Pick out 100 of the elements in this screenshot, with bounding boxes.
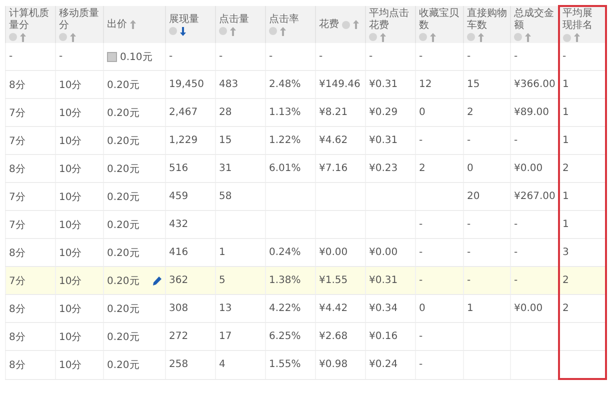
table-cell: 2 — [467, 107, 474, 118]
info-icon[interactable] — [419, 33, 427, 41]
table-cell: 13 — [219, 303, 232, 314]
table-cell-text: 0.20元 — [107, 78, 140, 92]
info-icon[interactable] — [369, 33, 377, 41]
info-icon[interactable] — [9, 33, 17, 41]
table-cell: 15 — [219, 135, 232, 146]
table-cell: - — [562, 51, 566, 62]
table-row[interactable]: 8分 10分 0.20元 258 4 1.55% ¥0.98 ¥0.24 - — [6, 350, 606, 379]
table-cell: ¥0.98 — [319, 359, 348, 370]
table-cell: ¥7.16 — [319, 163, 348, 174]
column-header[interactable]: 平均展现排名 — [558, 6, 606, 43]
table-cell: 1 — [562, 191, 569, 202]
table-row[interactable]: 7分 10分 0.20元 432 - - - 1 — [6, 210, 606, 238]
table-cell: - — [514, 219, 518, 230]
table-cell-text: 7分 — [9, 218, 26, 232]
table-cell: 6.25% — [269, 331, 301, 342]
sort-up-icon[interactable] — [478, 32, 484, 42]
table-cell: - — [467, 275, 471, 286]
column-label: 展现量 — [169, 14, 199, 26]
column-header[interactable]: 点击率 — [266, 6, 316, 43]
column-label: 花费 — [319, 18, 339, 30]
sort-up-icon[interactable] — [380, 32, 386, 42]
table-cell: ¥267.00 — [514, 191, 556, 202]
column-header[interactable]: 总成交金额 — [510, 6, 558, 43]
column-header[interactable]: 直接购物车数 — [464, 6, 510, 43]
table-cell: ¥89.00 — [514, 107, 549, 118]
table-cell: ¥149.46 — [319, 79, 360, 90]
table-row[interactable]: 7分 10分 0.20元 362 5 1.38% ¥1.55 ¥0.31 - - - 2 — [6, 266, 606, 294]
table-cell: - — [467, 219, 471, 230]
table-cell-text: 10分 — [59, 330, 82, 344]
table-cell: - — [419, 359, 423, 370]
table-row[interactable]: 8分 10分 0.20元 272 17 6.25% ¥2.68 ¥0.16 - — [6, 322, 606, 350]
table-cell: ¥0.31 — [369, 275, 398, 286]
table-row[interactable]: 8分 10分 0.20元 516 31 6.01% ¥7.16 ¥0.23 2 0 ¥0.00 2 — [6, 154, 606, 182]
sort-up-icon[interactable] — [430, 32, 436, 42]
sort-up-icon[interactable] — [280, 26, 286, 36]
table-row[interactable]: 8分 10分 0.20元 308 13 4.22% ¥4.42 ¥0.34 0 1 ¥0.00 2 — [6, 294, 606, 322]
table-row[interactable]: 7分 10分 0.20元 2,467 28 1.13% ¥8.21 ¥0.29 0 2 ¥89.00 1 — [6, 98, 606, 126]
table-cell: - — [319, 51, 323, 62]
table-cell: 362 — [169, 275, 188, 286]
table-cell-text: 0.20元 — [107, 190, 140, 204]
sort-down-icon[interactable] — [180, 26, 186, 36]
table-cell: 1 — [562, 79, 569, 90]
column-header[interactable]: 花费 — [316, 6, 366, 43]
table-row[interactable]: 7分 10分 0.20元 1,229 15 1.22% ¥4.62 ¥0.31 - - - 1 — [6, 126, 606, 154]
table-cell: 1 — [467, 303, 474, 314]
column-header[interactable]: 出价 — [104, 6, 166, 43]
sort-up-icon[interactable] — [230, 26, 236, 36]
table-cell-text: 0.20元 — [107, 218, 140, 232]
column-header[interactable]: 展现量 — [166, 6, 216, 43]
sort-up-icon[interactable] — [525, 32, 531, 42]
column-label: 计算机质量分 — [9, 8, 50, 32]
info-icon[interactable] — [342, 20, 350, 28]
pencil-icon[interactable] — [152, 276, 162, 286]
sort-up-icon[interactable] — [20, 32, 26, 42]
info-icon[interactable] — [269, 27, 277, 35]
column-header[interactable]: 点击量 — [216, 6, 266, 43]
sort-up-icon[interactable] — [574, 33, 580, 42]
table-row[interactable]: 7分 10分 0.20元 459 58 20 ¥267.00 1 — [6, 182, 606, 210]
table-cell: 1.38% — [269, 275, 301, 286]
column-header[interactable]: 移动质量分 — [56, 6, 104, 43]
column-label: 点击率 — [269, 14, 299, 26]
table-cell-text: 0.20元 — [107, 134, 140, 148]
info-icon[interactable] — [169, 27, 177, 35]
table-cell: 2.48% — [269, 79, 301, 90]
table-cell: ¥0.31 — [369, 135, 398, 146]
table-cell: - — [269, 51, 273, 62]
sort-up-icon[interactable] — [130, 20, 136, 29]
table-cell-text: 10分 — [59, 78, 82, 92]
info-icon[interactable] — [562, 34, 570, 42]
info-icon[interactable] — [59, 33, 67, 41]
column-header[interactable]: 收藏宝贝数 — [416, 6, 464, 43]
info-icon[interactable] — [514, 33, 522, 41]
table-cell: - — [419, 331, 423, 342]
table-cell-text: 7分 — [9, 134, 26, 148]
column-header[interactable]: 计算机质量分 — [6, 6, 56, 43]
sort-up-icon[interactable] — [70, 32, 76, 42]
table-row[interactable]: - - 0.10元 - - - - - - - - - — [6, 43, 606, 70]
info-icon[interactable] — [219, 27, 227, 35]
table-cell-text: 8分 — [9, 78, 26, 92]
column-header[interactable]: 平均点击花费 — [366, 6, 416, 43]
table-cell: 416 — [169, 247, 188, 258]
table-cell: ¥0.16 — [369, 331, 398, 342]
table-cell: - — [514, 275, 518, 286]
table-cell: ¥4.62 — [319, 135, 348, 146]
table-cell: - — [514, 247, 518, 258]
table-cell: 5 — [219, 275, 226, 286]
table-row[interactable]: 8分 10分 0.20元 19,450 483 2.48% ¥149.46 ¥0.31 12 15 ¥366.00 1 — [6, 70, 606, 98]
column-label: 平均展现排名 — [562, 8, 594, 32]
table-cell-text: 8分 — [9, 162, 26, 176]
table-cell: ¥0.00 — [514, 163, 543, 174]
table-cell: 1.13% — [269, 107, 301, 118]
info-icon[interactable] — [467, 33, 475, 41]
sort-up-icon[interactable] — [353, 20, 359, 29]
table-cell-text: 10分 — [59, 358, 82, 372]
table-cell: - — [9, 51, 13, 62]
table-cell: 258 — [169, 359, 188, 370]
table-cell-text: 0.20元 — [107, 246, 140, 260]
square-icon[interactable] — [107, 52, 117, 62]
